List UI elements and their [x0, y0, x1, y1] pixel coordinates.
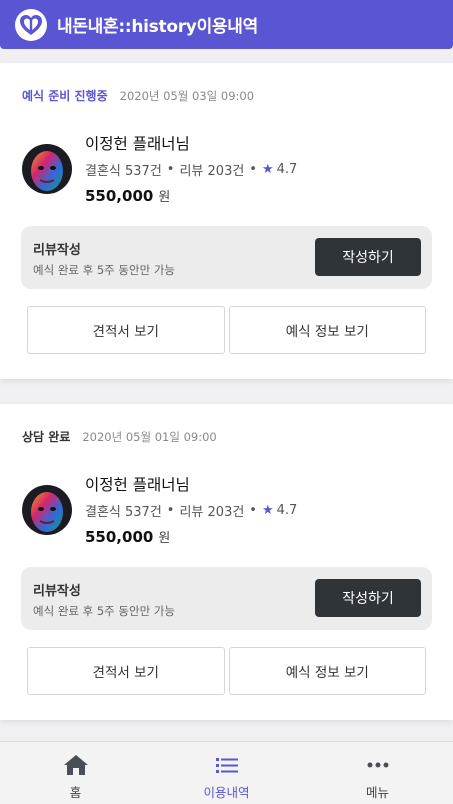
planner-stats: 결혼식 537건 • 리뷰 203건 • ★ 4.7: [85, 501, 297, 520]
history-card: 예식 준비 진행중 2020년 05월 03일 09:00 이정헌 플래너님 결…: [0, 63, 453, 379]
status-row: 상담 완료 2020년 05월 01일 09:00: [22, 428, 217, 445]
review-title: 리뷰작성: [33, 243, 81, 258]
nav-label-home: 홈: [69, 785, 82, 800]
review-desc: 예식 완료 후 5주 동안만 가능: [33, 263, 175, 277]
nav-item-menu[interactable]: 메뉴: [302, 742, 453, 804]
avatar[interactable]: [22, 144, 72, 194]
nav-label-history: 이용내역: [203, 785, 250, 800]
review-box: 리뷰작성 예식 완료 후 5주 동안만 가능 작성하기: [21, 226, 432, 289]
nav-item-history[interactable]: 이용내역: [151, 742, 302, 804]
status-row: 예식 준비 진행중 2020년 05월 03일 09:00: [22, 87, 254, 104]
separator-dot: •: [249, 162, 257, 177]
planner-name[interactable]: 이정헌 플래너님: [85, 473, 190, 495]
wedding-count: 결혼식 537건: [85, 164, 162, 179]
view-wedding-info-button[interactable]: 예식 정보 보기: [228, 306, 426, 354]
review-title: 리뷰작성: [33, 584, 81, 599]
price-unit: 원: [158, 531, 171, 546]
avatar[interactable]: [22, 485, 72, 535]
bottom-nav: 홈 이용내역 메뉴: [0, 741, 453, 804]
price: 550,000 원: [85, 186, 170, 205]
rating-value: 4.7: [276, 162, 298, 177]
action-buttons: 견적서 보기 예식 정보 보기: [27, 647, 426, 695]
more-icon: [365, 754, 391, 776]
write-review-button[interactable]: 작성하기: [315, 238, 421, 276]
review-count: 리뷰 203건: [179, 164, 245, 179]
status-date: 2020년 05월 03일 09:00: [119, 89, 255, 103]
star-icon: ★: [261, 503, 274, 518]
status-label: 상담 완료: [22, 430, 71, 444]
price-value: 550,000: [85, 528, 154, 546]
star-icon: ★: [261, 162, 274, 177]
status-date: 2020년 05월 01일 09:00: [82, 430, 217, 444]
heart-logo-icon[interactable]: [15, 8, 47, 41]
action-buttons: 견적서 보기 예식 정보 보기: [27, 306, 426, 354]
history-card: 상담 완료 2020년 05월 01일 09:00 이정헌 플래너님 결혼식 5…: [0, 404, 453, 720]
nav-label-menu: 메뉴: [365, 785, 389, 800]
price-unit: 원: [158, 190, 171, 205]
app-header: 내돈내혼::history이용내역: [0, 0, 453, 49]
write-review-button[interactable]: 작성하기: [315, 579, 421, 617]
view-estimate-button[interactable]: 견적서 보기: [27, 647, 225, 695]
page-title: 내돈내혼::history이용내역: [57, 17, 258, 37]
planner-stats: 결혼식 537건 • 리뷰 203건 • ★ 4.7: [85, 160, 297, 179]
rating-value: 4.7: [276, 503, 298, 518]
separator-dot: •: [249, 503, 257, 518]
list-icon: [214, 754, 240, 776]
view-estimate-button[interactable]: 견적서 보기: [27, 306, 225, 354]
planner-name[interactable]: 이정헌 플래너님: [85, 132, 190, 154]
review-desc: 예식 완료 후 5주 동안만 가능: [33, 604, 175, 618]
price: 550,000 원: [85, 527, 170, 546]
wedding-count: 결혼식 537건: [85, 505, 162, 520]
nav-item-home[interactable]: 홈: [0, 742, 151, 804]
status-label: 예식 준비 진행중: [22, 89, 108, 103]
separator-dot: •: [166, 503, 175, 518]
review-count: 리뷰 203건: [179, 505, 245, 520]
home-icon: [63, 754, 89, 776]
review-box: 리뷰작성 예식 완료 후 5주 동안만 가능 작성하기: [21, 567, 432, 630]
view-wedding-info-button[interactable]: 예식 정보 보기: [228, 647, 426, 695]
separator-dot: •: [166, 162, 175, 177]
price-value: 550,000: [85, 187, 154, 205]
